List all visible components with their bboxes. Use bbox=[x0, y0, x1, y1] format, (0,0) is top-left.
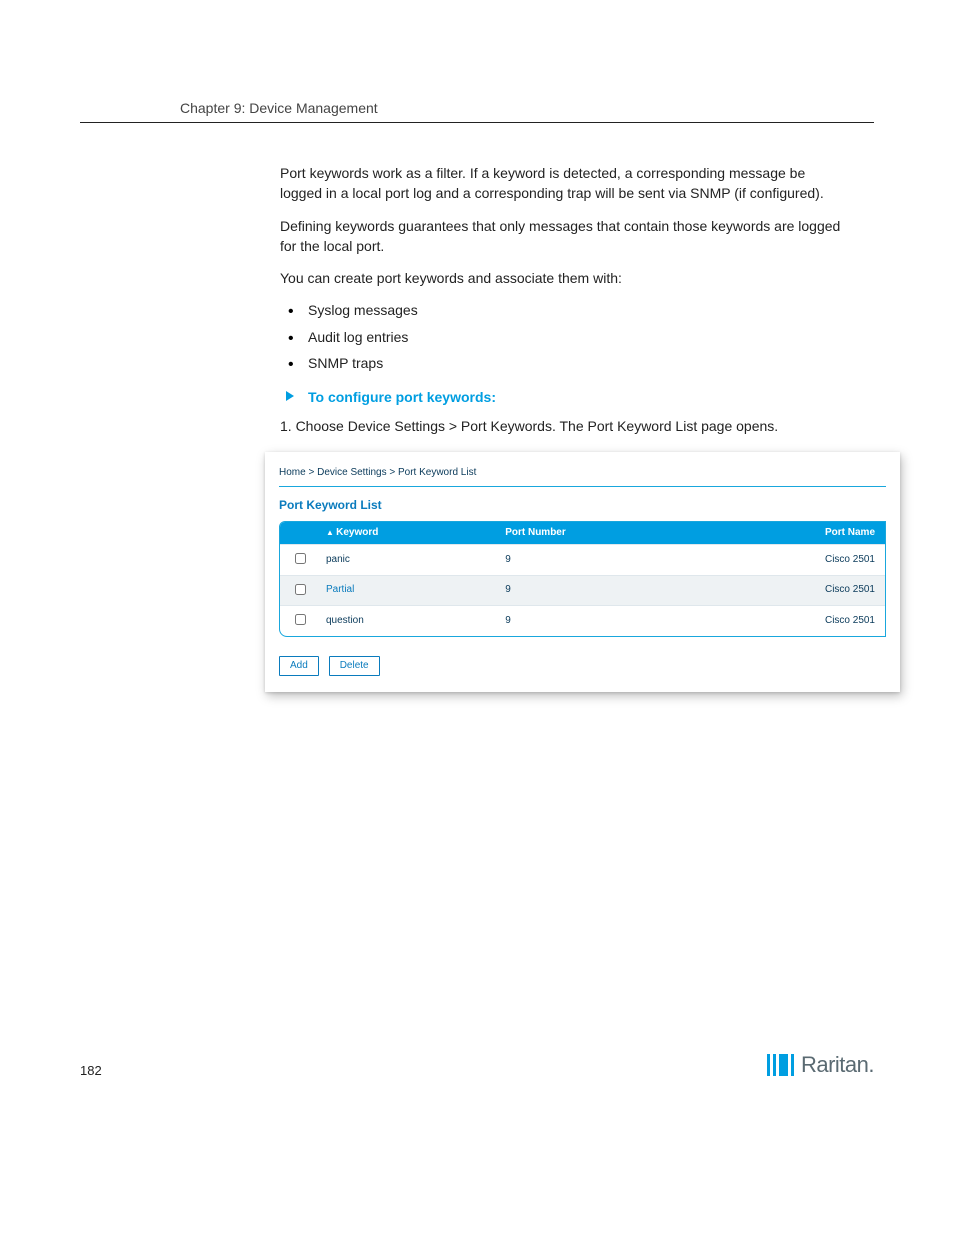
cell-port-number: 9 bbox=[499, 575, 701, 606]
brand-text: Raritan. bbox=[801, 1052, 874, 1078]
row-checkbox[interactable] bbox=[295, 553, 306, 564]
button-row: Add Delete bbox=[265, 637, 900, 679]
cell-keyword: panic bbox=[320, 545, 499, 576]
brand-logo: Raritan. bbox=[767, 1052, 874, 1078]
bullet-list: Syslog messages Audit log entries SNMP t… bbox=[280, 300, 844, 373]
breadcrumb-device-settings[interactable]: Device Settings bbox=[317, 467, 386, 478]
step-1: 1. Choose Device Settings > Port Keyword… bbox=[280, 416, 844, 436]
cell-port-number: 9 bbox=[499, 545, 701, 576]
cell-port-number: 9 bbox=[499, 606, 701, 636]
table-row[interactable]: panic 9 Cisco 2501 bbox=[280, 545, 885, 576]
paragraph-2: Defining keywords guarantees that only m… bbox=[280, 216, 844, 257]
header-rule bbox=[80, 122, 874, 123]
body-text: Port keywords work as a filter. If a key… bbox=[280, 163, 844, 692]
breadcrumb: Home > Device Settings > Port Keyword Li… bbox=[265, 466, 900, 485]
bullet-syslog: Syslog messages bbox=[280, 300, 844, 320]
page-number: 182 bbox=[80, 1063, 102, 1078]
row-checkbox[interactable] bbox=[295, 584, 306, 595]
raritan-icon bbox=[767, 1054, 797, 1076]
keyword-table-wrap: Keyword Port Number Port Name panic 9 Ci… bbox=[279, 521, 886, 637]
breadcrumb-home[interactable]: Home bbox=[279, 467, 306, 478]
row-checkbox[interactable] bbox=[295, 614, 306, 625]
page-footer: 182 Raritan. bbox=[0, 1052, 954, 1108]
table-row[interactable]: Partial 9 Cisco 2501 bbox=[280, 575, 885, 606]
cell-keyword[interactable]: Partial bbox=[320, 575, 499, 606]
bullet-auditlog: Audit log entries bbox=[280, 327, 844, 347]
breadcrumb-current: Port Keyword List bbox=[398, 467, 476, 478]
cell-port-name: Cisco 2501 bbox=[701, 606, 885, 636]
keyword-table: Keyword Port Number Port Name panic 9 Ci… bbox=[280, 522, 885, 636]
breadcrumb-sep: > bbox=[308, 467, 317, 478]
delete-button[interactable]: Delete bbox=[329, 656, 380, 677]
col-checkbox bbox=[280, 522, 320, 545]
panel-rule bbox=[279, 486, 886, 487]
add-button[interactable]: Add bbox=[279, 656, 319, 677]
col-port-number[interactable]: Port Number bbox=[499, 522, 701, 545]
breadcrumb-sep: > bbox=[389, 467, 398, 478]
to-config-heading: To configure port keywords: bbox=[280, 387, 844, 407]
col-port-name[interactable]: Port Name bbox=[701, 522, 885, 545]
cell-keyword: question bbox=[320, 606, 499, 636]
port-keyword-screenshot: Home > Device Settings > Port Keyword Li… bbox=[265, 452, 900, 692]
cell-port-name: Cisco 2501 bbox=[701, 575, 885, 606]
panel-title: Port Keyword List bbox=[265, 497, 900, 520]
bullet-snmp: SNMP traps bbox=[280, 353, 844, 373]
col-keyword[interactable]: Keyword bbox=[320, 522, 499, 545]
cell-port-name: Cisco 2501 bbox=[701, 545, 885, 576]
paragraph-3: You can create port keywords and associa… bbox=[280, 268, 844, 288]
table-row[interactable]: question 9 Cisco 2501 bbox=[280, 606, 885, 636]
paragraph-1: Port keywords work as a filter. If a key… bbox=[280, 163, 844, 204]
chapter-title: Chapter 9: Device Management bbox=[180, 100, 874, 116]
